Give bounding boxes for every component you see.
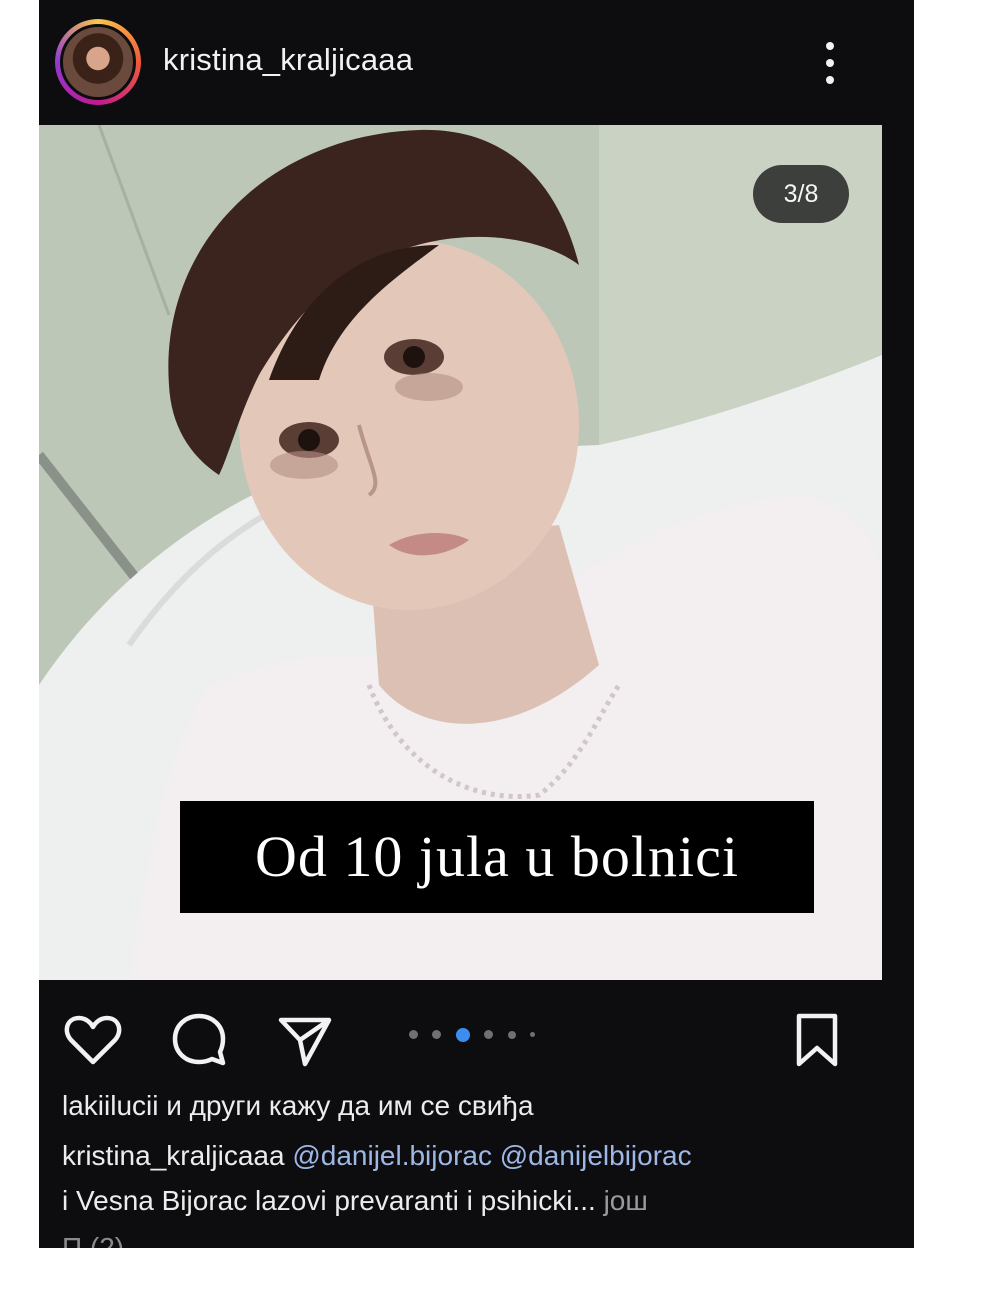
view-comments-link[interactable]: П (2) <box>62 1232 124 1248</box>
more-link[interactable]: још <box>604 1185 648 1216</box>
carousel-dot <box>432 1030 442 1040</box>
carousel-dot <box>507 1030 516 1039</box>
carousel-dot-active <box>455 1027 470 1042</box>
post-photo[interactable]: 3/8 Od 10 jula u bolnici <box>39 125 882 980</box>
username[interactable]: kristina_kraljicaaa <box>163 42 413 78</box>
carousel-dot <box>484 1030 494 1040</box>
post-header: kristina_kraljicaaa <box>39 0 914 125</box>
photo-text-overlay: Od 10 jula u bolnici <box>180 801 814 913</box>
share-icon[interactable] <box>275 1010 335 1070</box>
carousel-dot <box>409 1030 418 1040</box>
action-bar <box>39 980 914 1090</box>
avatar[interactable] <box>60 24 136 100</box>
instagram-post: kristina_kraljicaaa 3/8 Od 10 jula u bol… <box>39 0 914 1248</box>
more-vertical-icon[interactable] <box>815 40 845 86</box>
comment-icon[interactable] <box>169 1010 229 1070</box>
caption-line-1: kristina_kraljicaaa @danijel.bijorac @da… <box>62 1140 692 1172</box>
caption-text: i Vesna Bijorac lazovi prevaranti i psih… <box>62 1185 596 1216</box>
carousel-dots <box>409 1026 545 1042</box>
mention-link[interactable]: @danijel.bijorac <box>292 1140 492 1171</box>
carousel-dot <box>530 1032 536 1038</box>
story-ring[interactable] <box>55 19 141 105</box>
mention-link[interactable]: @danijelbijorac <box>500 1140 692 1171</box>
heart-icon[interactable] <box>63 1010 123 1070</box>
caption-line-2: i Vesna Bijorac lazovi prevaranti i psih… <box>62 1185 648 1217</box>
carousel-counter: 3/8 <box>753 165 849 223</box>
caption-author[interactable]: kristina_kraljicaaa <box>62 1140 285 1171</box>
likes-summary[interactable]: lakiilucii и други кажу да им се свиђа <box>62 1090 534 1122</box>
bookmark-icon[interactable] <box>787 1010 847 1070</box>
